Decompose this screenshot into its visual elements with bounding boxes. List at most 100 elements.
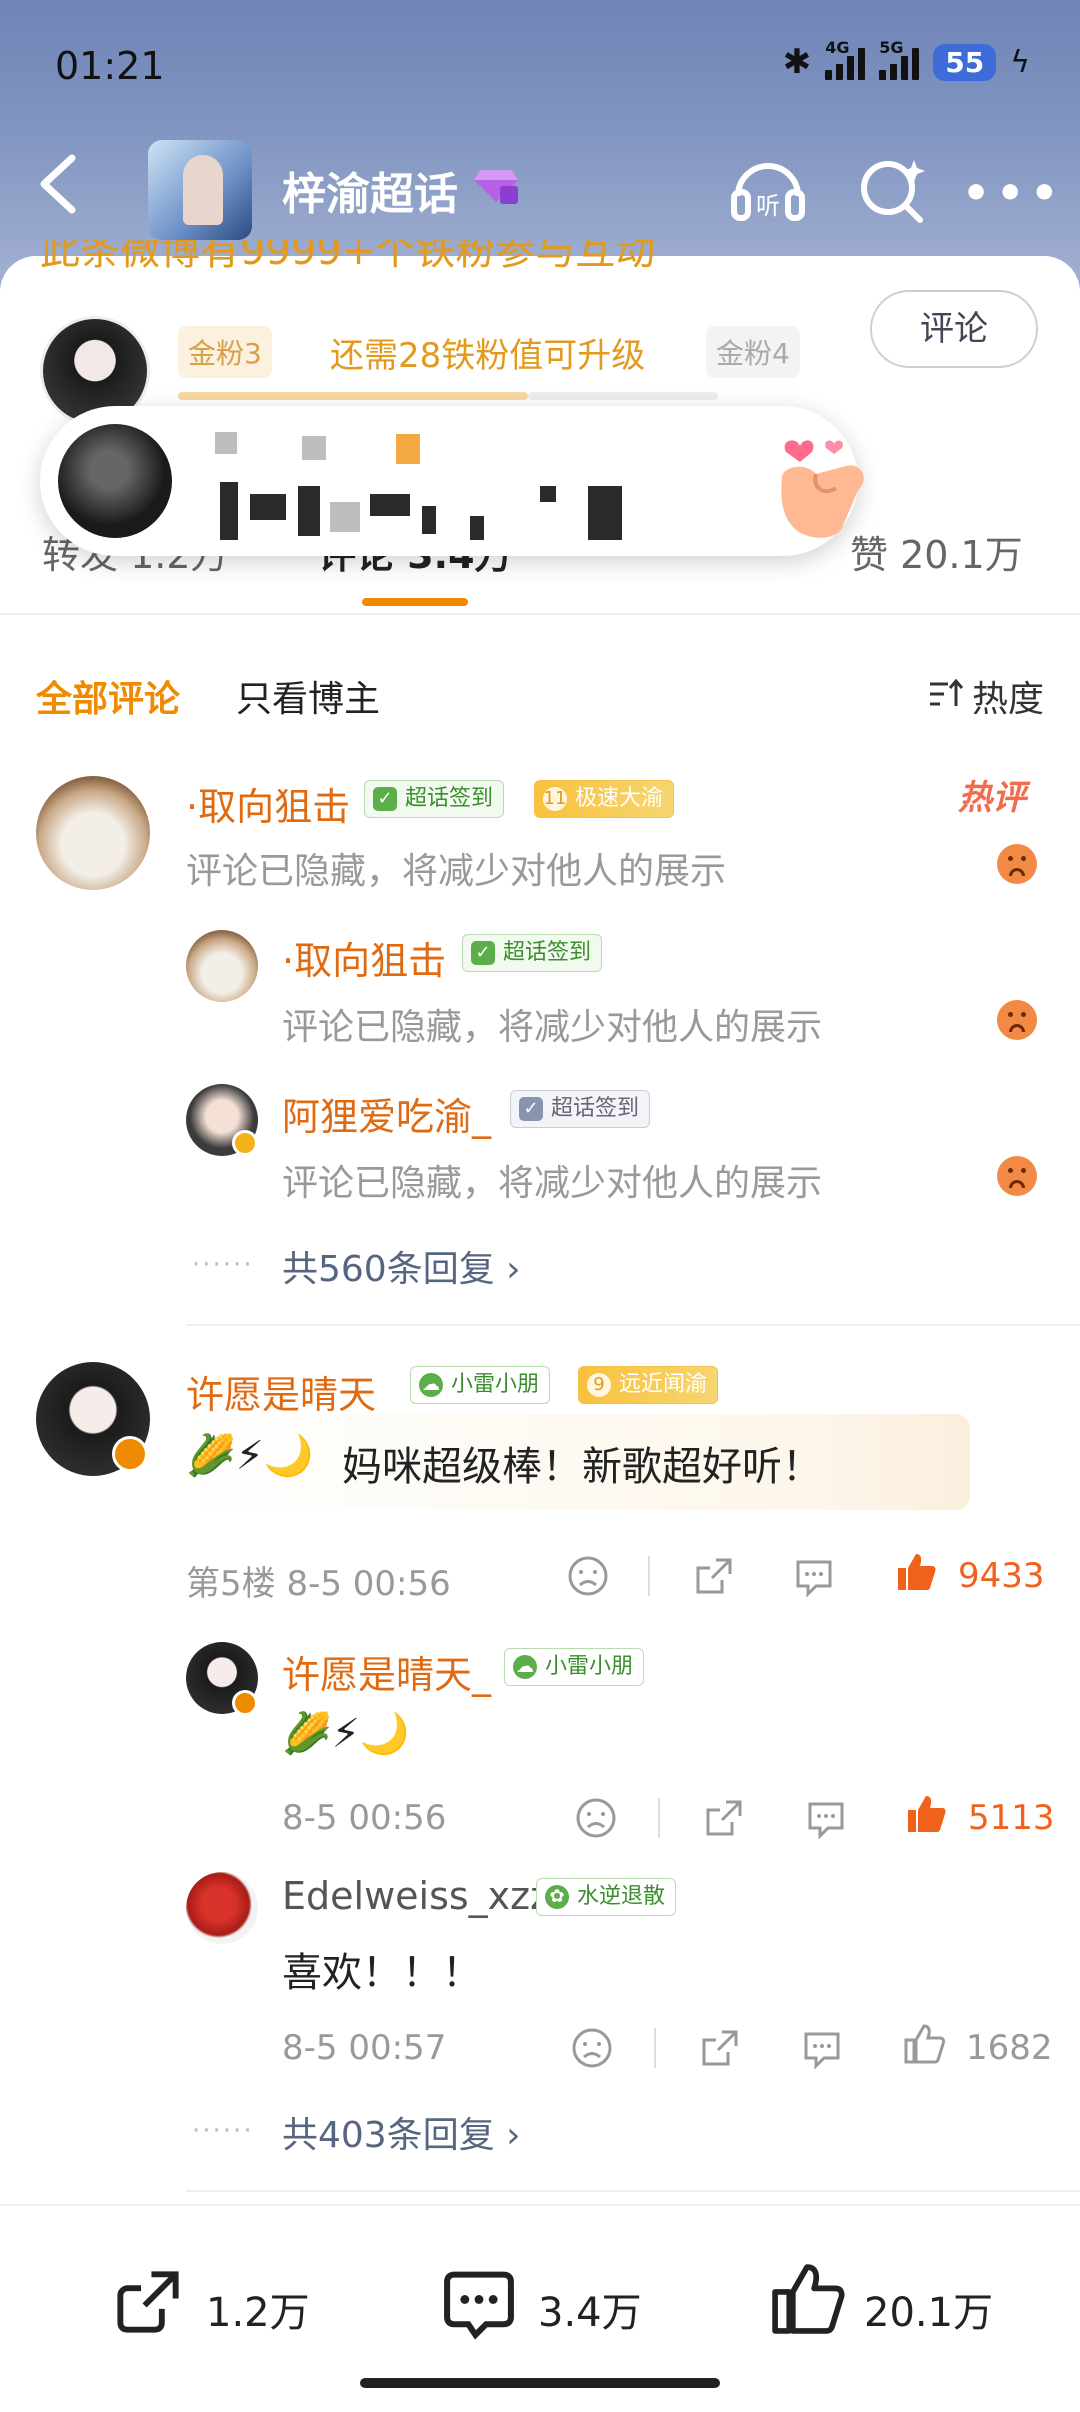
reply-icon[interactable] [800,2026,844,2070]
share-icon [117,2271,179,2333]
reply-dots: ······ [192,2116,254,2146]
reply-username[interactable]: 阿狸爱吃渝_ [282,1086,491,1141]
comment-username[interactable]: ·取向狙击 [186,776,350,831]
avatar[interactable] [36,776,150,890]
check-icon: ✓ [373,787,397,811]
reply-icon[interactable] [792,1554,836,1598]
pixel-block [215,432,237,454]
divider [658,1798,660,1838]
avatar[interactable] [186,1872,258,1944]
topic-title[interactable]: 梓渝超话 [282,158,458,222]
fan-interaction-banner: 此条微博有9999+个铁粉参与互动 [40,240,656,274]
like-icon[interactable] [902,2022,946,2066]
search-icon[interactable] [854,152,930,228]
pixel-block [588,486,622,540]
pixel-block [250,494,286,520]
comment-icon [444,2271,514,2340]
divider [0,613,1080,615]
dislike-icon[interactable] [566,1554,610,1598]
sad-face-icon[interactable] [997,844,1037,884]
top-nav: 梓渝超话 听 ••• [0,140,1080,240]
hidden-comment-text: 评论已隐藏，将减少对他人的展示 [186,851,727,892]
like-icon [772,2264,845,2334]
fan-notification-pill[interactable] [40,406,864,556]
lotus-icon: ✿ [545,1885,569,1909]
reply-username[interactable]: 许愿是晴天_ [282,1644,491,1699]
signal-4g-icon: 4G [825,38,866,80]
diamond-icon [474,170,518,204]
divider [186,1324,1080,1326]
share-icon[interactable] [698,2026,742,2070]
comment-count: 3.4万 [538,2290,642,2336]
bluetooth-icon: ✱ [782,42,812,82]
home-indicator[interactable] [360,2378,720,2388]
active-tab-indicator [362,598,468,606]
comment-emoji: 🌽⚡🌙 [186,1433,314,1479]
sort-label[interactable]: 热度 [972,670,1044,722]
reply-time: 8-5 00:56 [282,1798,447,1838]
topic-thumbnail[interactable] [148,140,252,240]
hidden-comment-text: 评论已隐藏，将减少对他人的展示 [282,1163,823,1204]
comment-username[interactable]: 许愿是晴天_ [186,1364,395,1419]
check-icon: ✓ [471,941,495,965]
reply-text: 🌽⚡🌙 [282,1711,410,1757]
like-icon[interactable] [894,1550,938,1594]
reply-username[interactable]: ·取向狙击 [282,930,446,985]
back-button[interactable] [36,152,80,222]
pixel-block [540,486,556,502]
cloud-icon: ☁ [513,1655,537,1679]
pixel-block [470,516,484,540]
sad-face-icon[interactable] [997,1156,1037,1196]
like-count: 20.1万 [864,2290,994,2336]
reply-text: 喜欢！！！ [282,1950,482,1996]
upgrade-hint: 还需28铁粉值可升级 [330,336,646,376]
comment-filter: 全部评论 只看博主 热度 [0,660,1080,730]
fan-progress-track [528,392,718,400]
share-icon[interactable] [692,1554,736,1598]
fan-club-badge: ☁ 小雷小朋 [410,1366,551,1404]
fan-club-badge: ✿ 水逆退散 [536,1878,677,1916]
repost-button[interactable]: 1.2万 [110,2264,310,2344]
view-more-replies[interactable]: 共403条回复 › [282,2106,521,2158]
divider [654,2028,656,2068]
like-count: 5113 [968,1798,1055,1838]
reply-icon[interactable] [804,1796,848,1840]
reply-time: 8-5 00:57 [282,2028,447,2068]
view-more-replies[interactable]: 共560条回复 › [282,1240,521,1292]
like-count: 1682 [966,2028,1053,2068]
comment-button[interactable]: 评论 [870,290,1038,368]
avatar[interactable] [186,930,258,1002]
supertopic-checkin-badge: ✓ 超话签到 [510,1090,651,1128]
like-action-button[interactable]: 20.1万 [768,2264,1008,2344]
verified-badge [232,1130,258,1156]
pixel-block [396,434,420,464]
pixel-block [370,494,410,516]
repost-count: 1.2万 [206,2290,310,2336]
filter-all-comments[interactable]: 全部评论 [36,670,180,722]
pixel-block [422,506,436,534]
dislike-icon[interactable] [574,1796,618,1840]
sad-face-icon[interactable] [997,1000,1037,1040]
pixel-block [298,486,320,536]
like-icon[interactable] [904,1792,948,1836]
cloud-icon: ☁ [419,1373,443,1397]
check-icon: ✓ [519,1097,543,1121]
dislike-icon[interactable] [570,2026,614,2070]
avatar [58,424,172,538]
share-icon[interactable] [702,1796,746,1840]
fan-rank-badge: 11 极速大渝 [534,780,675,818]
more-options-icon[interactable]: ••• [962,168,1064,219]
status-icons: ✱ 4G 5G 55 ϟ [782,38,1030,82]
reply-username[interactable]: Edelweiss_xzz [282,1874,550,1918]
like-count: 9433 [958,1556,1045,1596]
sort-icon[interactable] [928,676,964,712]
comment-action-button[interactable]: 3.4万 [440,2264,660,2344]
reply-dots: ······ [192,1250,254,1280]
filter-owner-only[interactable]: 只看博主 [236,670,380,722]
supertopic-checkin-badge: ✓ 超话签到 [462,934,603,972]
pixel-block [302,436,326,460]
status-bar: 01:21 ✱ 4G 5G 55 ϟ [0,0,1080,135]
listen-icon[interactable]: 听 [728,150,808,230]
status-time: 01:21 [55,44,165,88]
comment-floor-time: 第5楼 8-5 00:56 [186,1564,451,1604]
